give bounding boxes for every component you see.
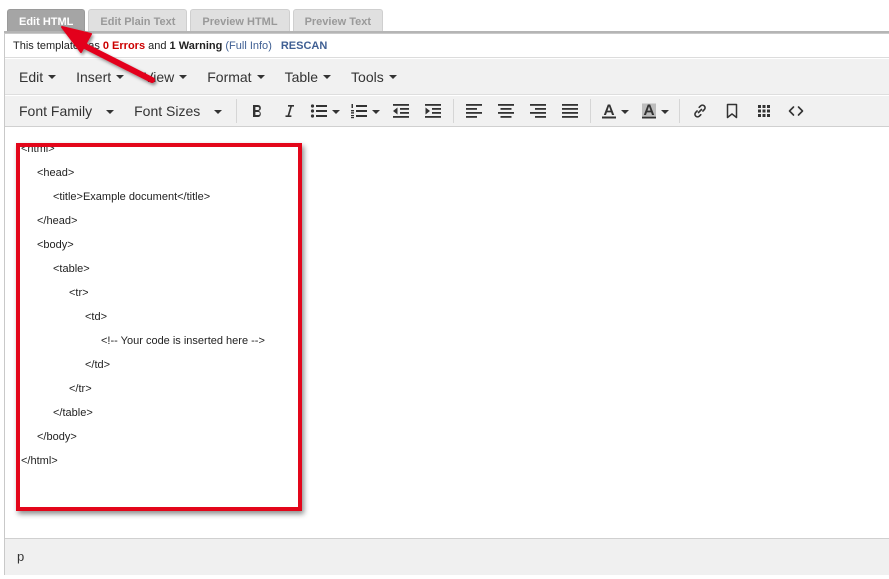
html-editor: This template has 0 Errors and 1 Warning… <box>4 33 889 575</box>
template-scan-status: This template has 0 Errors and 1 Warning… <box>5 34 889 58</box>
chevron-down-icon <box>388 75 397 79</box>
menu-table-label: Table <box>284 68 319 85</box>
outdent-icon <box>393 104 410 118</box>
background-color-icon <box>642 103 657 119</box>
outdent-button[interactable] <box>385 97 417 125</box>
menu-insert-label: Insert <box>76 68 112 85</box>
menu-bar: Edit Insert View Format Table Tools <box>5 59 889 95</box>
code-line: <table> <box>53 263 90 275</box>
source-code-button[interactable] <box>780 97 812 125</box>
indent-icon <box>425 104 442 118</box>
code-line: <td> <box>85 311 108 323</box>
element-path-status-bar: p <box>5 538 889 575</box>
element-path[interactable]: p <box>17 549 24 564</box>
tab-edit-plain-text[interactable]: Edit Plain Text <box>88 9 188 32</box>
chevron-down-icon <box>214 109 223 114</box>
toolbar-separator <box>236 99 238 123</box>
menu-edit-label: Edit <box>19 68 44 85</box>
table-grid-icon <box>758 105 771 117</box>
chevron-down-icon <box>116 75 125 79</box>
scan-status-prefix: This template has <box>13 40 103 52</box>
code-line: <body> <box>37 239 74 251</box>
code-line: </td> <box>85 359 111 371</box>
menu-tools[interactable]: Tools <box>341 62 407 92</box>
chevron-down-icon <box>661 109 670 114</box>
chevron-down-icon <box>332 109 341 114</box>
toolbar-separator <box>679 99 681 123</box>
chevron-down-icon <box>621 109 630 114</box>
justify-icon <box>562 104 579 118</box>
scan-close-paren: ) <box>268 40 272 52</box>
menu-format-label: Format <box>207 68 252 85</box>
align-center-button[interactable] <box>490 97 522 125</box>
align-center-icon <box>498 104 515 118</box>
bullet-list-button[interactable] <box>305 97 345 125</box>
bookmark-icon <box>727 103 738 119</box>
align-left-icon <box>466 104 483 118</box>
font-family-dropdown[interactable]: Font Family <box>9 97 124 125</box>
code-line: <tr> <box>69 287 89 299</box>
bold-button[interactable] <box>241 97 273 125</box>
editor-content-area[interactable]: <html> <head> <title>Example document</t… <box>5 128 889 538</box>
numbered-list-icon <box>351 104 368 119</box>
italic-icon <box>285 105 295 117</box>
chevron-down-icon <box>256 75 265 79</box>
chevron-down-icon <box>323 75 332 79</box>
code-line: </html> <box>21 455 58 467</box>
code-line: </table> <box>53 407 93 419</box>
font-family-label: Font Family <box>19 103 93 119</box>
code-line: </body> <box>37 431 77 443</box>
indent-button[interactable] <box>417 97 449 125</box>
bold-icon <box>253 105 262 117</box>
chevron-down-icon <box>179 75 188 79</box>
menu-format[interactable]: Format <box>197 62 274 92</box>
align-right-icon <box>530 104 547 118</box>
insert-table-button[interactable] <box>748 97 780 125</box>
code-line: <!-- Your code is inserted here --> <box>101 335 265 347</box>
source-code-icon <box>788 106 804 116</box>
chevron-down-icon <box>372 109 381 114</box>
toolbar-separator <box>453 99 455 123</box>
menu-view-label: View <box>144 68 175 85</box>
code-line: <head> <box>37 167 75 179</box>
error-count: 0 Errors <box>102 40 146 52</box>
menu-insert[interactable]: Insert <box>66 62 134 92</box>
warning-count: 1 Warning <box>169 40 223 52</box>
menu-edit[interactable]: Edit <box>9 62 66 92</box>
tab-edit-html[interactable]: Edit HTML <box>7 9 86 32</box>
code-line: <html> <box>21 143 55 155</box>
menu-view[interactable]: View <box>134 62 197 92</box>
align-right-button[interactable] <box>522 97 554 125</box>
toolbar-separator <box>590 99 592 123</box>
numbered-list-button[interactable] <box>345 97 385 125</box>
tab-preview-text[interactable]: Preview Text <box>292 9 384 32</box>
chevron-down-icon <box>106 109 115 114</box>
code-line: <title>Example document</title> <box>53 191 211 203</box>
tab-preview-html[interactable]: Preview HTML <box>190 9 290 32</box>
code-line: </tr> <box>69 383 92 395</box>
font-sizes-dropdown[interactable]: Font Sizes <box>124 97 232 125</box>
menu-tools-label: Tools <box>351 68 384 85</box>
font-sizes-label: Font Sizes <box>134 103 201 119</box>
insert-link-button[interactable] <box>684 97 716 125</box>
rescan-link[interactable]: RESCAN <box>281 40 327 52</box>
insert-anchor-button[interactable] <box>716 97 748 125</box>
menu-table[interactable]: Table <box>275 62 341 92</box>
bullet-list-icon <box>311 104 328 118</box>
chevron-down-icon <box>48 75 57 79</box>
link-icon <box>694 104 707 118</box>
italic-button[interactable] <box>273 97 305 125</box>
code-line: </head> <box>37 215 78 227</box>
text-color-icon <box>602 104 617 119</box>
scan-status-and: and <box>145 40 170 52</box>
editor-tabs: Edit HTML Edit Plain Text Preview HTML P… <box>7 9 386 32</box>
full-info-link[interactable]: Full Info <box>229 40 268 52</box>
text-color-button[interactable] <box>595 97 635 125</box>
align-left-button[interactable] <box>458 97 490 125</box>
formatting-toolbar: Font Family Font Sizes <box>5 96 889 127</box>
justify-button[interactable] <box>554 97 586 125</box>
background-color-button[interactable] <box>635 97 675 125</box>
